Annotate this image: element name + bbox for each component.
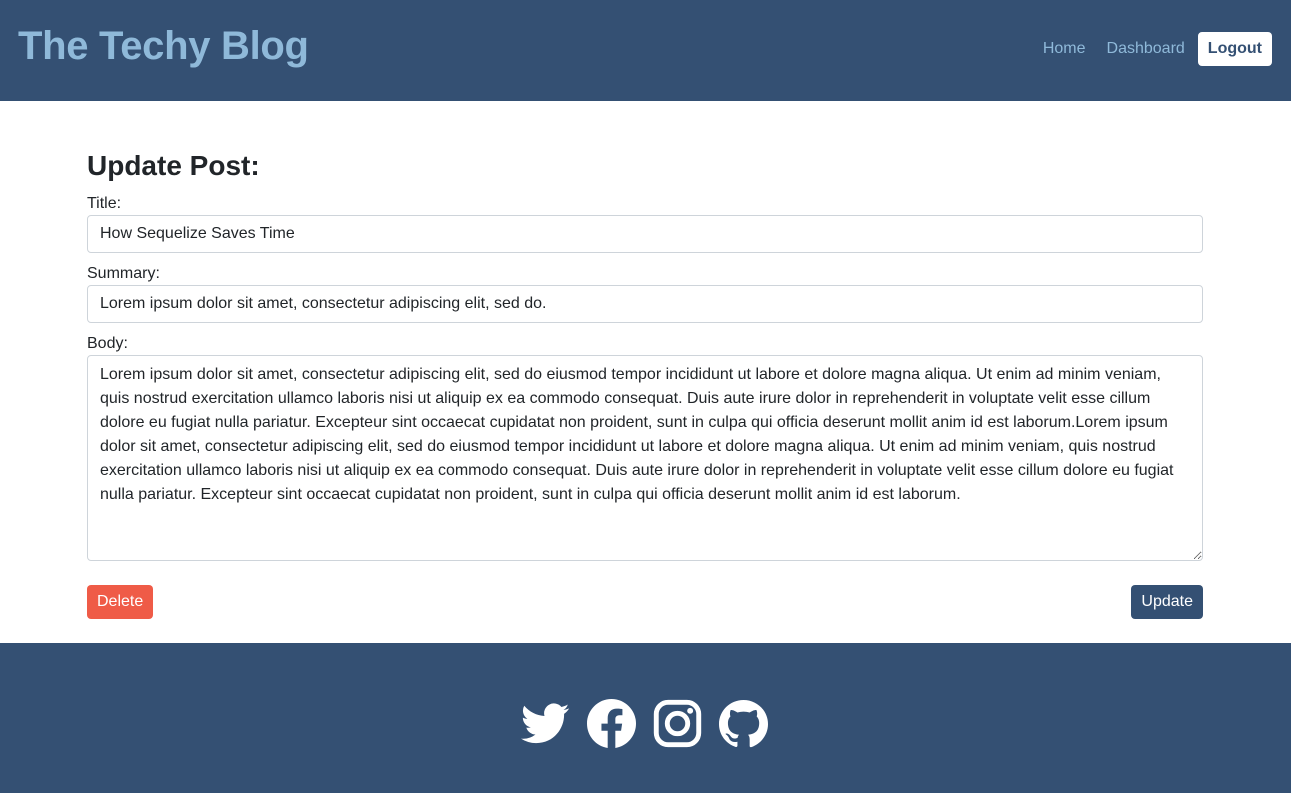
body-label: Body:	[87, 335, 128, 352]
social-links	[521, 699, 768, 748]
twitter-icon[interactable]	[521, 699, 570, 748]
logout-button[interactable]: Logout	[1197, 32, 1272, 66]
title-input[interactable]	[87, 215, 1203, 253]
title-label: Title:	[87, 195, 122, 212]
facebook-icon[interactable]	[587, 699, 636, 748]
instagram-icon[interactable]	[653, 699, 702, 748]
delete-button[interactable]: Delete	[87, 585, 154, 619]
site-footer	[0, 643, 1291, 793]
main-nav: Home Dashboard Logout	[1022, 32, 1272, 66]
summary-input[interactable]	[87, 285, 1203, 323]
nav-home-link[interactable]: Home	[1043, 32, 1086, 66]
site-header: The Techy Blog Home Dashboard Logout	[0, 0, 1291, 101]
github-icon[interactable]	[719, 699, 768, 748]
page-title: Update Post:	[87, 150, 260, 181]
site-brand[interactable]: The Techy Blog	[18, 22, 309, 70]
nav-dashboard-link[interactable]: Dashboard	[1107, 32, 1185, 66]
summary-label: Summary:	[87, 265, 160, 282]
body-textarea[interactable]: Lorem ipsum dolor sit amet, consectetur …	[87, 355, 1203, 561]
update-button[interactable]: Update	[1131, 585, 1203, 619]
